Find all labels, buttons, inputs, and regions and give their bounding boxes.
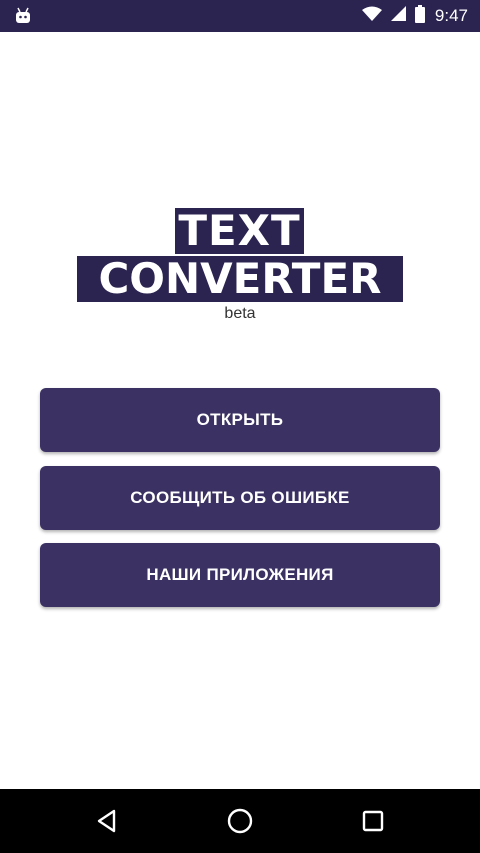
navigation-bar bbox=[0, 789, 480, 853]
report-bug-button[interactable]: СООБЩИТЬ ОБ ОШИБКЕ bbox=[40, 466, 440, 530]
logo-line-converter: CONVERTER bbox=[77, 256, 403, 302]
recents-icon[interactable] bbox=[355, 803, 391, 839]
cellular-signal-icon bbox=[390, 5, 407, 27]
app-logo: TEXT CONVERTER beta bbox=[0, 208, 480, 332]
our-apps-button[interactable]: НАШИ ПРИЛОЖЕНИЯ bbox=[40, 543, 440, 607]
open-button[interactable]: ОТКРЫТЬ bbox=[40, 388, 440, 452]
home-icon[interactable] bbox=[222, 803, 258, 839]
status-bar: 9:47 bbox=[0, 0, 480, 32]
status-icons: 9:47 bbox=[361, 0, 468, 32]
logo-line-text: TEXT bbox=[175, 208, 304, 254]
report-bug-button-label: СООБЩИТЬ ОБ ОШИБКЕ bbox=[130, 488, 350, 507]
logo-subtitle: beta bbox=[224, 305, 256, 322]
wifi-icon bbox=[361, 6, 382, 27]
open-button-label: ОТКРЫТЬ bbox=[196, 410, 284, 429]
our-apps-button-label: НАШИ ПРИЛОЖЕНИЯ bbox=[146, 565, 334, 584]
android-debug-icon bbox=[14, 7, 32, 25]
back-icon[interactable] bbox=[89, 803, 125, 839]
battery-icon bbox=[414, 4, 425, 28]
status-time: 9:47 bbox=[434, 6, 468, 25]
